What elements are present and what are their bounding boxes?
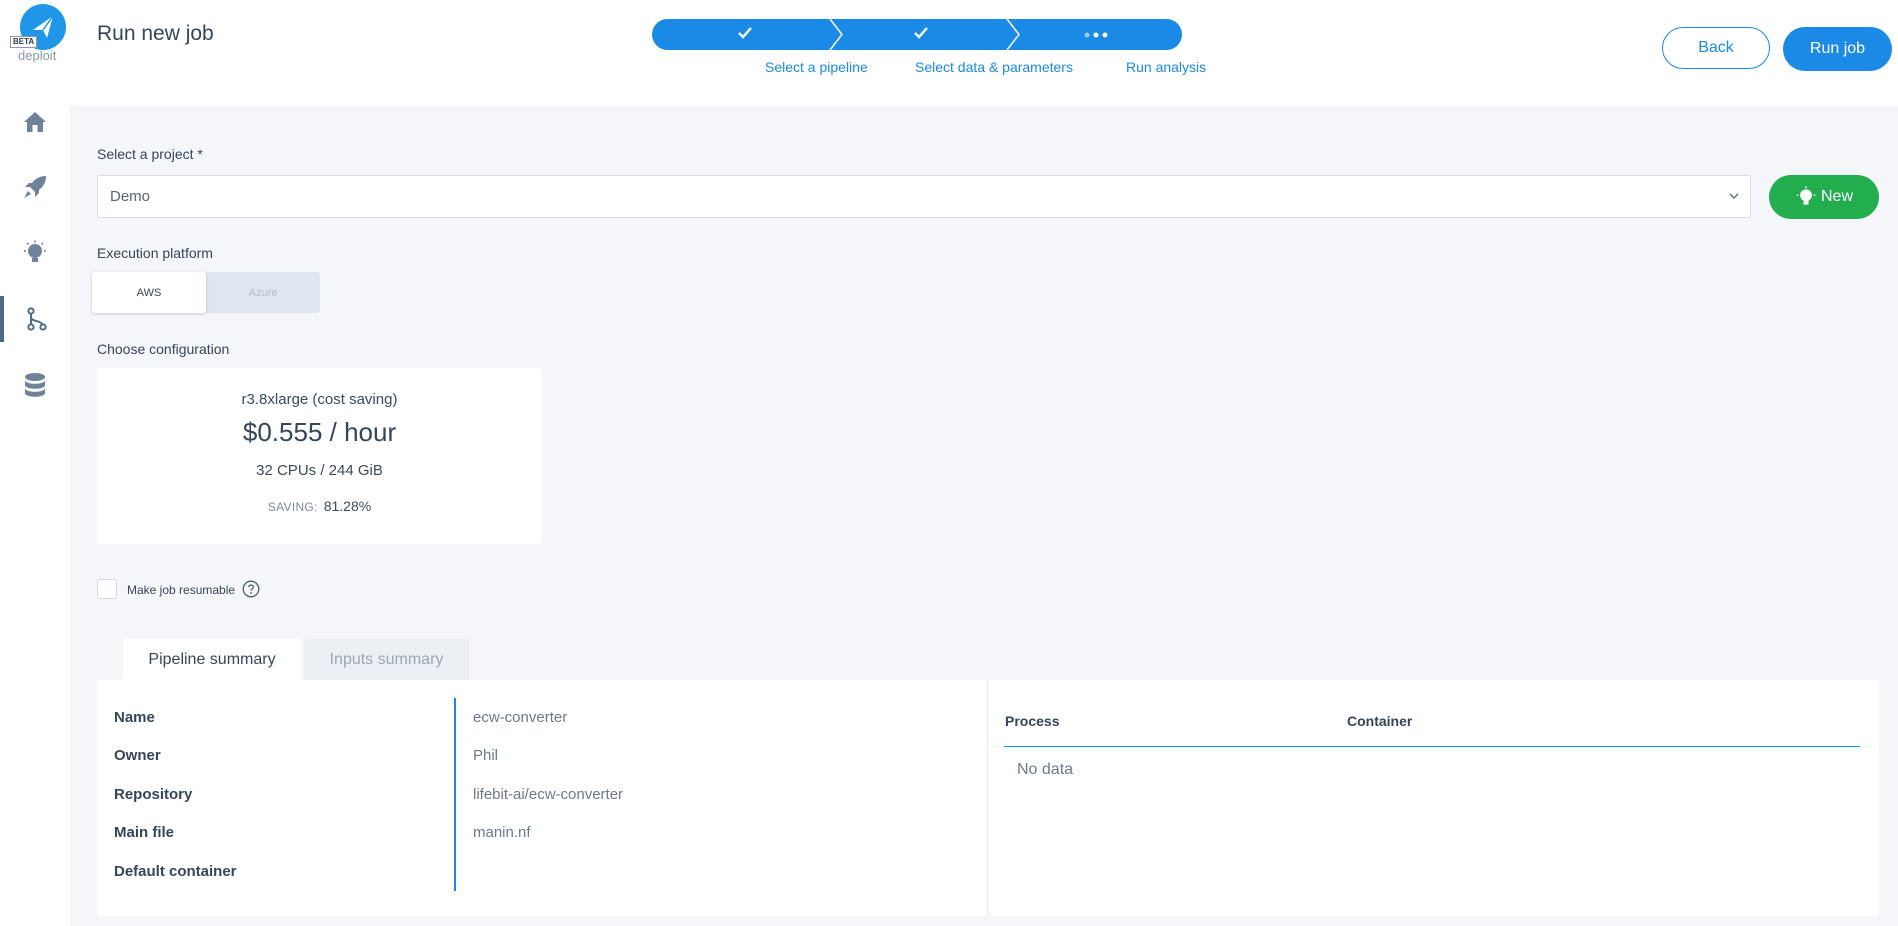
platform-label: Execution platform (97, 245, 213, 261)
beta-badge: BETA (10, 36, 38, 48)
new-button-label: New (1820, 188, 1853, 205)
summary-panel: Name ecw-converter Owner Phil Repository… (97, 680, 1879, 916)
progress-stepper: Select a pipeline Select data & paramete… (652, 18, 1253, 75)
project-select-value: Demo (110, 188, 151, 205)
lightbulb-icon (1796, 186, 1816, 205)
detail-key-name: Name (114, 709, 155, 726)
table-header-process[interactable]: Process (1005, 713, 1059, 729)
empty-state-text: No data (1017, 761, 1074, 778)
pipeline-icon (27, 307, 47, 331)
brand-logo[interactable]: BETA deploit (8, 2, 66, 64)
config-instance: r3.8xlarge (cost saving) (241, 391, 398, 408)
detail-value-main-file: manin.nf (473, 824, 531, 841)
detail-key-main-file: Main file (114, 824, 175, 841)
detail-value-owner: Phil (473, 747, 499, 764)
configuration-card[interactable]: r3.8xlarge (cost saving) $0.555 / hour 3… (97, 368, 542, 544)
saving-value: 81.28% (323, 498, 372, 514)
config-resources: 32 CPUs / 244 GiB (256, 462, 383, 479)
new-project-button[interactable]: New (1769, 175, 1879, 219)
tab-inputs-summary[interactable]: Inputs summary (304, 639, 469, 681)
detail-value-repository: lifebit-ai/ecw-converter (473, 786, 624, 803)
config-saving: SAVING: 81.28% (97, 498, 542, 514)
tab-pipeline-summary[interactable]: Pipeline summary (123, 639, 301, 681)
platform-option-azure[interactable]: Azure (206, 272, 320, 313)
home-icon (24, 112, 46, 132)
resumable-checkbox[interactable] (97, 579, 117, 599)
configuration-label: Choose configuration (97, 341, 230, 357)
help-icon[interactable] (242, 580, 260, 598)
sidebar-item-pipelines[interactable] (0, 296, 70, 342)
header: Run new job Select a pipeline Select dat… (70, 0, 1898, 106)
pipeline-details: Name ecw-converter Owner Phil Repository… (97, 680, 988, 916)
run-job-button[interactable]: Run job (1783, 27, 1892, 71)
sidebar: BETA deploit (0, 0, 71, 926)
project-label: Select a project * (97, 146, 203, 162)
platform-option-aws[interactable]: AWS (92, 272, 206, 313)
check-icon (738, 27, 752, 39)
config-price: $0.555 / hour (242, 417, 397, 447)
step-label-data[interactable]: Select data & parameters (915, 59, 1073, 75)
chevron-down-icon (1729, 193, 1739, 199)
brand-name: deploit (18, 48, 57, 63)
table-header-container[interactable]: Container (1347, 713, 1412, 729)
sidebar-item-ideas[interactable] (0, 230, 70, 276)
rocket-icon (24, 176, 46, 198)
database-icon (25, 373, 45, 397)
resumable-label[interactable]: Make job resumable (127, 583, 235, 597)
back-button[interactable]: Back (1662, 27, 1770, 69)
lightbulb-icon (24, 240, 46, 262)
check-icon (914, 27, 928, 39)
sidebar-item-data[interactable] (0, 362, 70, 408)
saving-key: SAVING: (267, 500, 318, 514)
details-divider (454, 698, 456, 891)
table-header-underline (1004, 746, 1860, 747)
loading-dots-icon (1084, 32, 1108, 38)
platform-toggle: AWS Azure (92, 272, 320, 313)
sidebar-item-home[interactable] (0, 99, 70, 145)
detail-key-owner: Owner (114, 747, 161, 764)
detail-key-default-container: Default container (114, 863, 237, 880)
project-select[interactable]: Demo (97, 175, 1751, 218)
step-label-pipeline[interactable]: Select a pipeline (765, 59, 868, 75)
sidebar-item-jobs[interactable] (0, 164, 70, 210)
page-title: Run new job (97, 22, 214, 45)
step-label-run[interactable]: Run analysis (1126, 59, 1206, 75)
detail-value-name: ecw-converter (473, 709, 568, 726)
detail-key-repository: Repository (114, 786, 193, 803)
